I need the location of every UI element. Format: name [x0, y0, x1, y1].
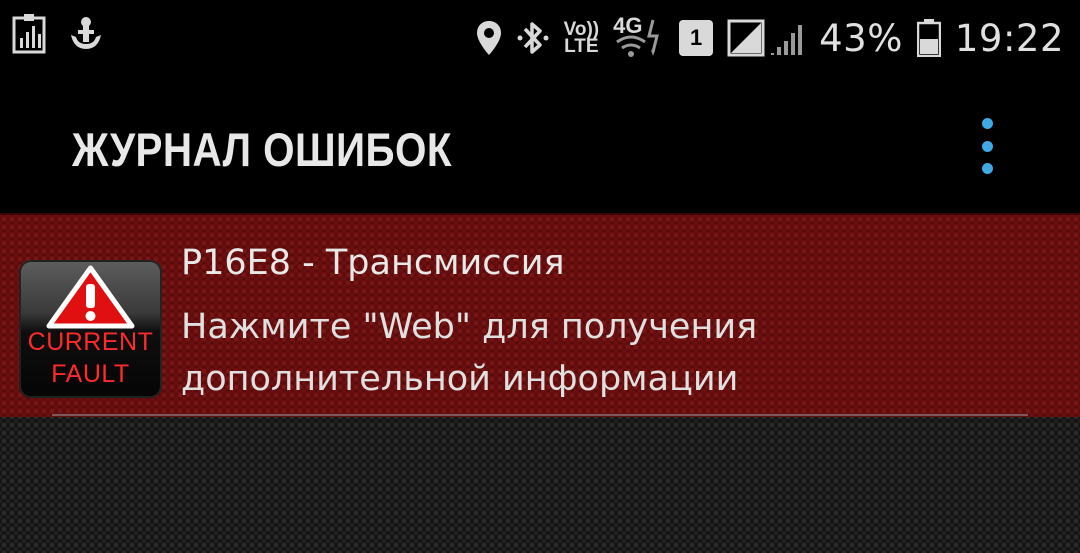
fault-icon-label-current: CURRENT — [27, 328, 154, 356]
page-title: ЖУРНАЛ ОШИБОК — [72, 123, 452, 176]
row-divider — [52, 414, 1028, 416]
stats-icon — [12, 14, 46, 54]
network-4g-icon: 4G — [613, 15, 665, 60]
current-fault-icon: CURRENT FAULT — [19, 260, 162, 398]
bluetooth-icon — [516, 19, 550, 57]
volte-bottom-label: LTE — [564, 36, 599, 57]
clock: 19:22 — [954, 16, 1064, 60]
app-bar: ЖУРНАЛ ОШИБОК — [0, 78, 1080, 213]
fault-description: Нажмите "Web" для получения дополнительн… — [181, 307, 758, 399]
volte-icon: Vo)) LTE — [564, 20, 600, 57]
fault-icon-label-fault: FAULT — [51, 360, 130, 388]
fault-list-item[interactable]: CURRENT FAULT P16E8 - Трансмиссия Нажмит… — [0, 213, 1080, 417]
more-options-button[interactable] — [972, 118, 1002, 174]
more-vert-icon-dot — [981, 140, 993, 152]
signal-icon — [727, 19, 805, 57]
fault-code-title: P16E8 - Трансмиссия — [181, 243, 565, 283]
more-vert-icon — [981, 118, 993, 129]
sim-icon: 1 — [679, 20, 714, 56]
battery-percentage: 43% — [819, 16, 903, 60]
location-icon — [476, 20, 502, 56]
anchor-icon — [68, 15, 104, 53]
more-vert-icon-dot — [981, 163, 993, 174]
battery-icon — [916, 19, 941, 57]
status-bar: Vo)) LTE 4G 1 43% 19:22 — [0, 0, 1080, 78]
